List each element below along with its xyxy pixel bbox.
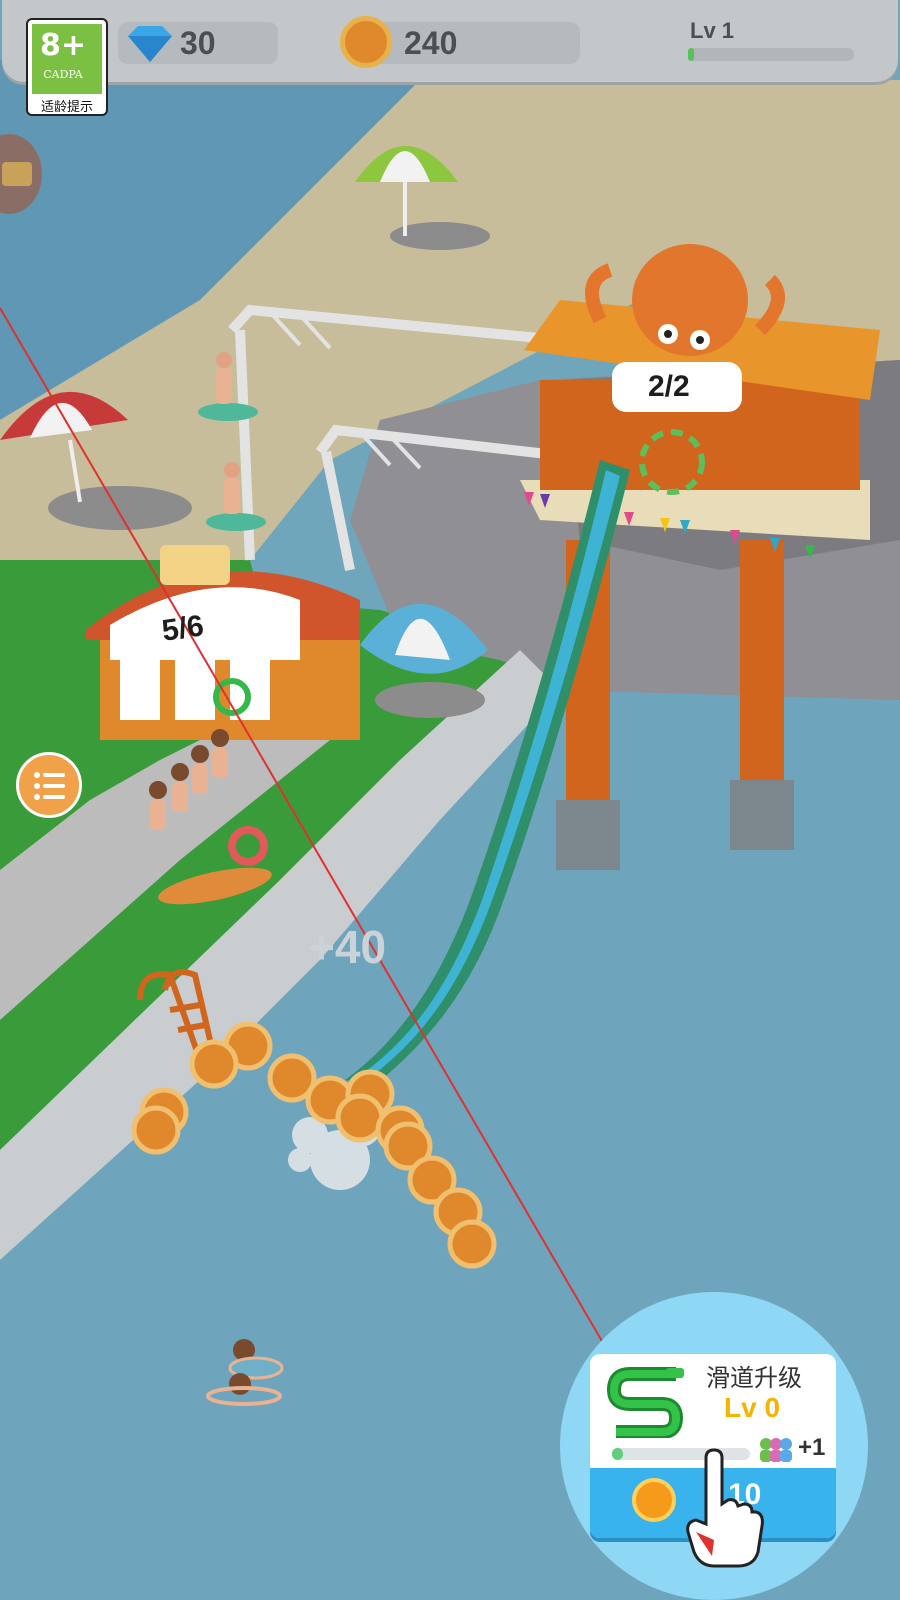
age-rating-badge: 8+ CADPA 适龄提示 [26,18,108,116]
coin-icon [340,16,392,68]
price-coin-icon [632,1478,676,1522]
level-progress-fill [688,48,694,61]
level-progress-bar [688,48,854,61]
coin-count: 240 [404,25,458,61]
tower-pillar-right [740,540,784,790]
treasure-chest-icon [2,162,32,186]
pointing-hand-icon [686,1448,764,1568]
age-rating-value: 8+ [39,28,86,63]
age-rating-org: CADPA [43,68,83,81]
gem-count: 30 [180,25,216,61]
age-rating-tip: 适龄提示 [40,100,93,115]
slide-tower-count: 2/2 [648,370,690,403]
slide-icon [606,1367,684,1438]
upgrade-visitor-bonus: +1 [798,1434,826,1461]
player-level: Lv 1 [690,18,735,43]
gem-icon [128,26,172,62]
coin-gain-popup: +40 [308,921,387,973]
menu-list-icon [34,772,65,800]
menu-button[interactable] [16,752,82,818]
ticket-booth-count: 5/6 [159,609,206,648]
game-viewport[interactable]: 5/6 2/2 +40 30 240 Lv 1 8+ CADPA 适龄提示 滑道… [0,0,900,1600]
upgrade-progress-fill [612,1448,623,1460]
upgrade-title: 滑道升级 [706,1364,802,1392]
upgrade-level: Lv 0 [724,1392,781,1423]
